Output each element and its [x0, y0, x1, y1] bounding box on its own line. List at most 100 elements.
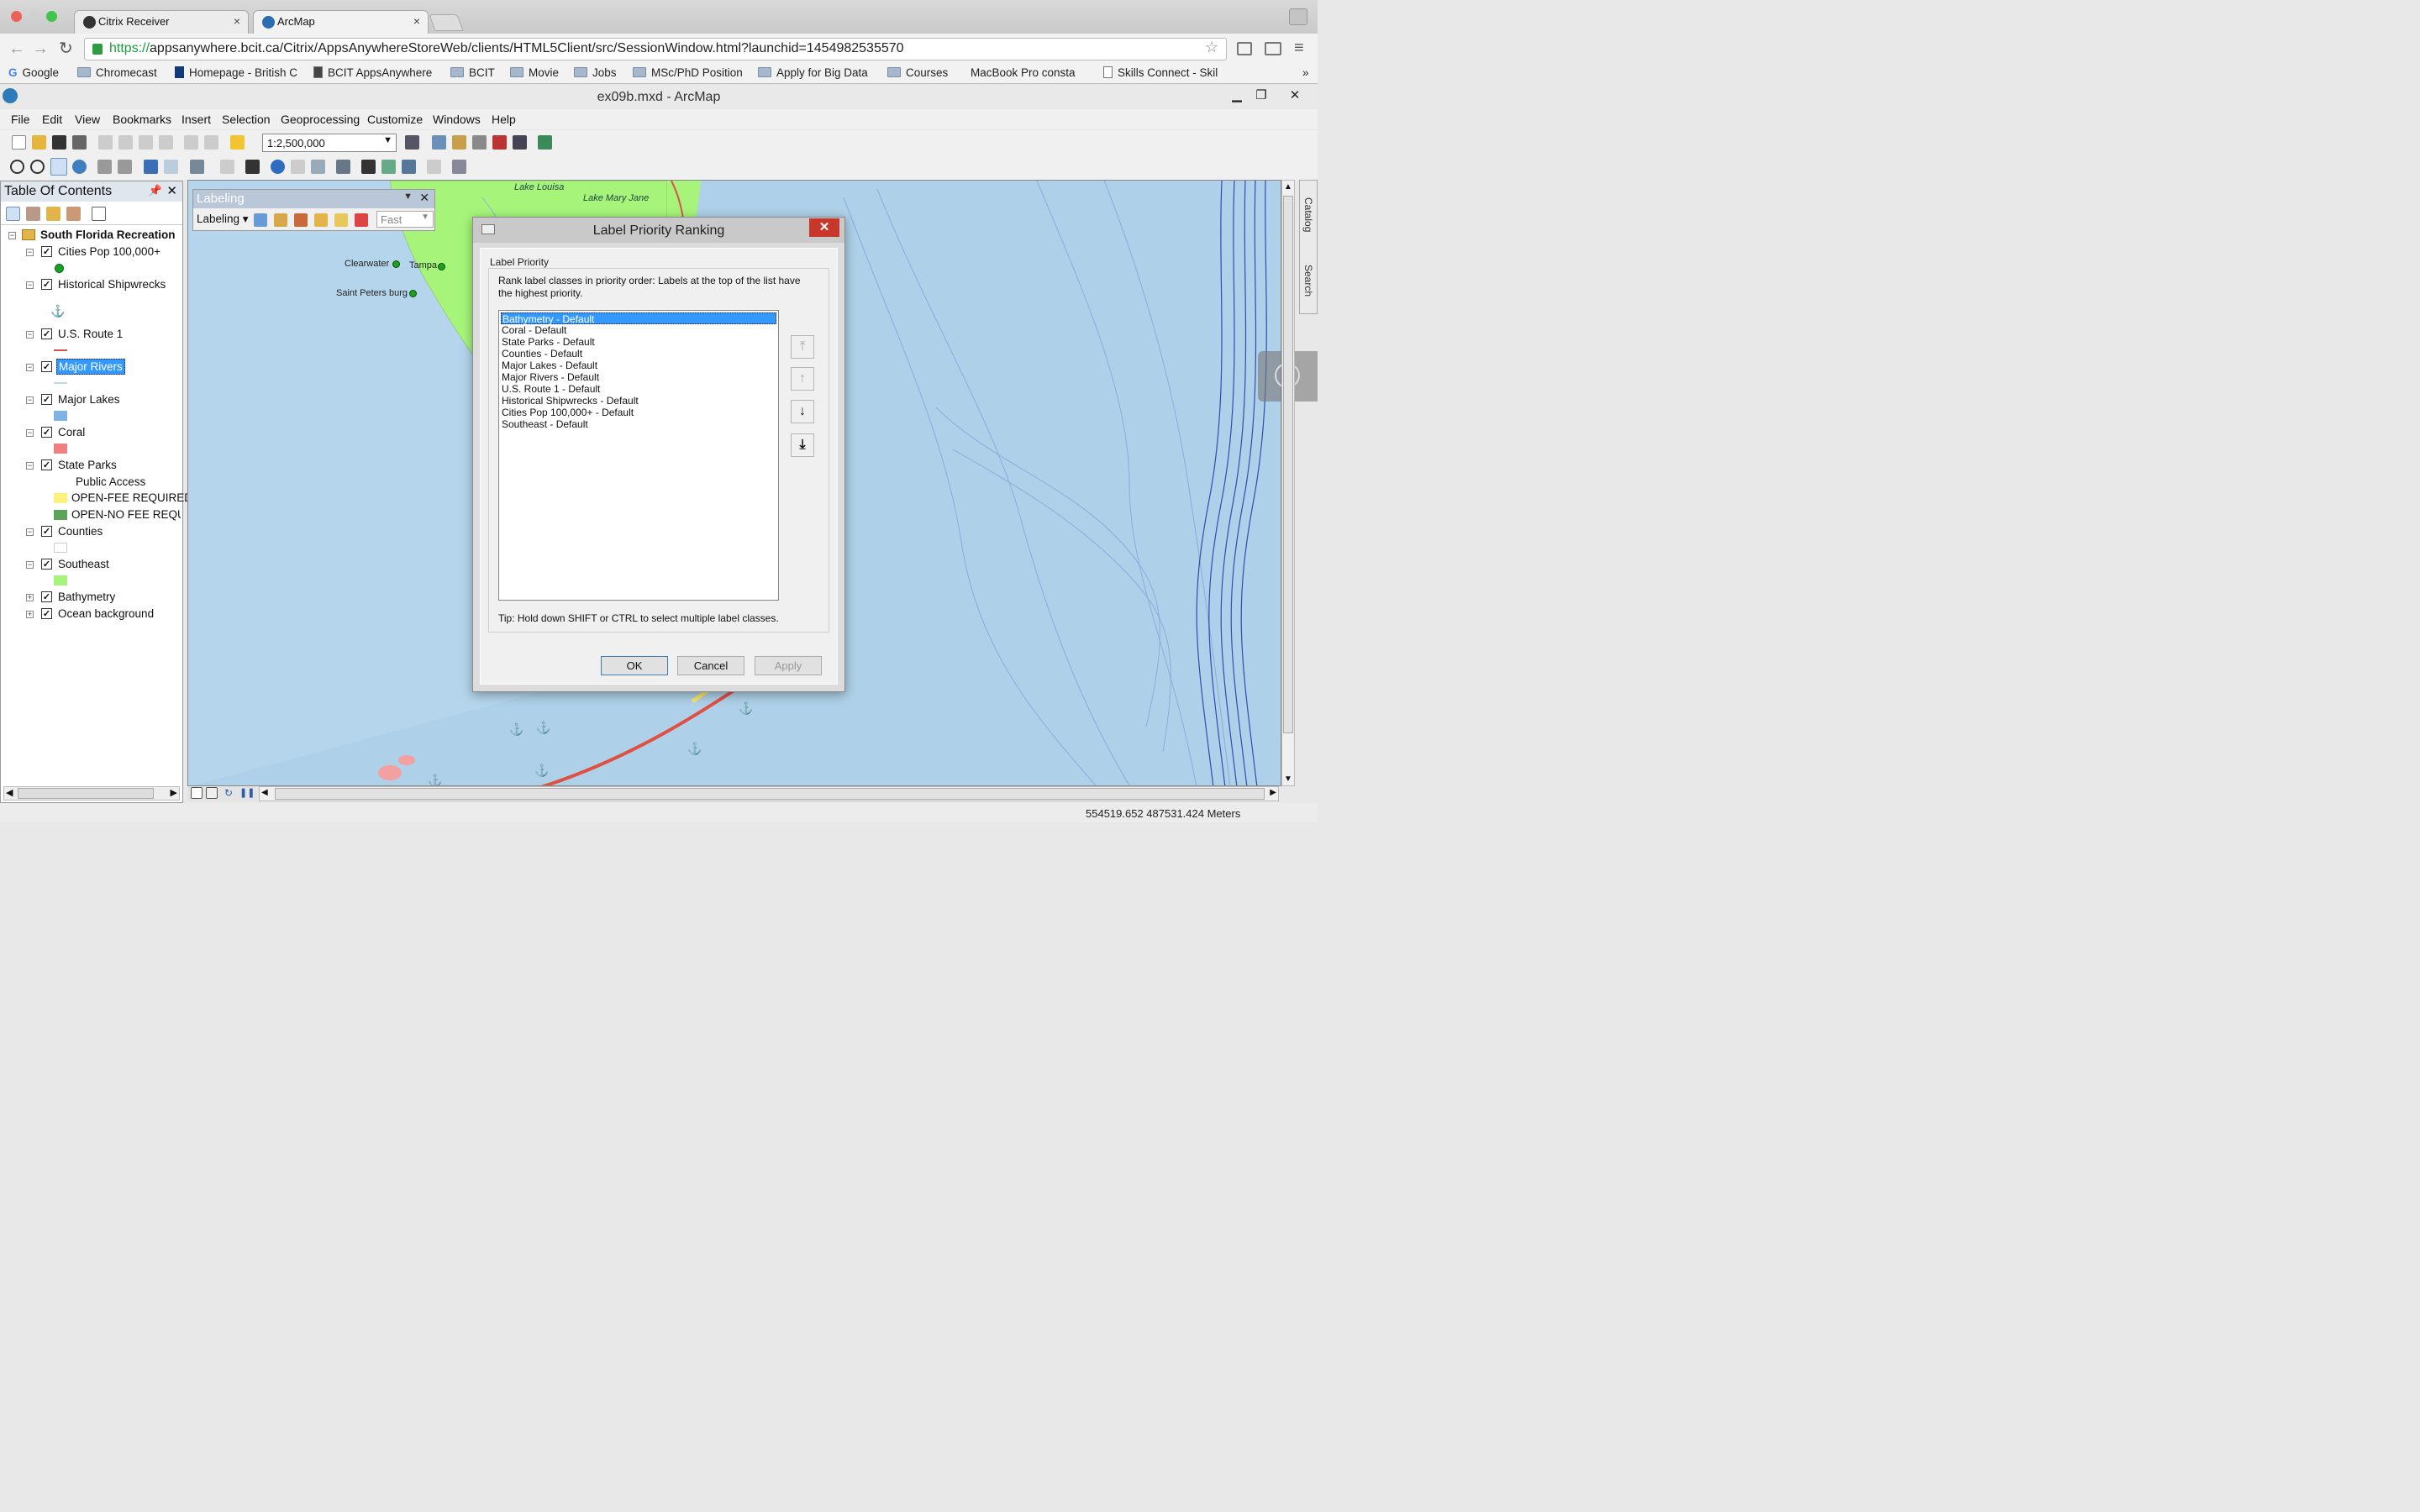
- map-horizontal-scrollbar[interactable]: ◀ ▶: [259, 786, 1279, 801]
- dialog-close-button[interactable]: ✕: [809, 218, 839, 237]
- save-icon[interactable]: [52, 135, 66, 150]
- menu-customize[interactable]: Customize: [367, 113, 423, 126]
- scroll-thumb[interactable]: [275, 788, 1265, 800]
- layer-visibility-checkbox[interactable]: ✓: [41, 459, 52, 470]
- go-forward-extent-icon[interactable]: [164, 160, 178, 174]
- delete-icon[interactable]: [159, 135, 173, 150]
- collapse-icon[interactable]: −: [26, 462, 34, 470]
- zoom-out-icon[interactable]: [30, 160, 45, 174]
- scroll-left-icon[interactable]: ◀: [6, 787, 13, 798]
- menu-edit[interactable]: Edit: [42, 113, 62, 126]
- layout-view-icon[interactable]: [206, 787, 218, 799]
- menu-view[interactable]: View: [75, 113, 100, 126]
- expand-icon[interactable]: +: [26, 594, 34, 601]
- profile-icon[interactable]: [1289, 8, 1307, 25]
- menu-geoprocessing[interactable]: Geoprocessing: [281, 113, 360, 126]
- new-document-icon[interactable]: [12, 135, 26, 150]
- zoom-in-icon[interactable]: [10, 160, 24, 174]
- options-icon[interactable]: [92, 207, 106, 221]
- bookmark-star-icon[interactable]: ☆: [1205, 39, 1218, 56]
- restore-button[interactable]: ❐: [1249, 87, 1273, 104]
- map-scale-dropdown[interactable]: 1:2,500,000 ▼: [262, 134, 397, 152]
- label-manager-icon[interactable]: [254, 213, 267, 227]
- catalog-tab[interactable]: Catalog: [1302, 197, 1314, 232]
- ok-button[interactable]: OK: [601, 656, 668, 675]
- collapse-icon[interactable]: −: [8, 232, 16, 239]
- find-route-icon[interactable]: [381, 160, 396, 174]
- pause-labeling-icon[interactable]: [294, 213, 308, 227]
- full-extent-icon[interactable]: [72, 160, 87, 174]
- move-up-button[interactable]: ↑: [791, 367, 814, 391]
- layer-visibility-checkbox[interactable]: ✓: [41, 328, 52, 339]
- chrome-menu-icon[interactable]: ≡: [1294, 39, 1304, 58]
- bookmark-skills-connect[interactable]: Skills Connect - Skil: [1103, 66, 1225, 79]
- bookmark-big-data[interactable]: Apply for Big Data: [758, 66, 868, 79]
- measure-icon[interactable]: [336, 160, 350, 174]
- minimize-button[interactable]: ▁: [1225, 87, 1249, 104]
- list-item[interactable]: Cities Pop 100,000+ - Default: [501, 407, 776, 418]
- layer-visibility-checkbox[interactable]: ✓: [41, 427, 52, 438]
- labeling-toolbar-header[interactable]: Labeling ▼ ✕: [193, 190, 434, 208]
- pin-icon[interactable]: 📌: [149, 184, 162, 197]
- select-elements-icon[interactable]: [245, 160, 260, 174]
- labeling-mode-dropdown[interactable]: Fast ▼: [376, 211, 434, 228]
- toc-horizontal-scrollbar[interactable]: ◀ ▶: [3, 786, 180, 801]
- search-tab[interactable]: Search: [1302, 265, 1314, 297]
- bookmark-macbook[interactable]: MacBook Pro consta: [964, 66, 1090, 79]
- list-item[interactable]: Counties - Default: [501, 348, 776, 360]
- layer-coral[interactable]: Coral: [58, 426, 85, 438]
- close-tab-icon[interactable]: ×: [234, 14, 240, 28]
- cast-icon[interactable]: [1265, 42, 1281, 55]
- list-item[interactable]: Major Lakes - Default: [501, 360, 776, 371]
- list-by-visibility-icon[interactable]: [46, 207, 60, 221]
- add-data-icon[interactable]: [230, 135, 245, 150]
- scroll-left-icon[interactable]: ◀: [261, 788, 268, 797]
- list-by-drawing-order-icon[interactable]: [6, 207, 20, 221]
- layer-visibility-checkbox[interactable]: ✓: [41, 279, 52, 290]
- find-icon[interactable]: [361, 160, 376, 174]
- list-item[interactable]: Historical Shipwrecks - Default: [501, 395, 776, 407]
- collapse-icon[interactable]: −: [26, 528, 34, 536]
- collapse-icon[interactable]: −: [26, 396, 34, 404]
- arctoolbox-icon[interactable]: [492, 135, 507, 150]
- scroll-right-icon[interactable]: ▶: [171, 787, 177, 798]
- bookmark-courses[interactable]: Courses: [887, 66, 948, 79]
- scroll-thumb[interactable]: [1283, 196, 1293, 733]
- move-down-button[interactable]: ↓: [791, 400, 814, 423]
- menu-file[interactable]: File: [11, 113, 30, 126]
- menu-help[interactable]: Help: [492, 113, 516, 126]
- bookmark-homepage-bcit[interactable]: Homepage - British C: [175, 66, 299, 79]
- cancel-button[interactable]: Cancel: [677, 656, 744, 675]
- scroll-thumb[interactable]: [18, 788, 154, 799]
- html-popup-icon[interactable]: [311, 160, 325, 174]
- back-icon[interactable]: ←: [8, 40, 25, 57]
- layer-visibility-checkbox[interactable]: ✓: [41, 526, 52, 537]
- list-by-source-icon[interactable]: [26, 207, 40, 221]
- refresh-icon[interactable]: ↻: [224, 787, 236, 799]
- layer-counties[interactable]: Counties: [58, 525, 103, 538]
- table-of-contents-icon[interactable]: [432, 135, 446, 150]
- bookmark-google[interactable]: G Google: [8, 66, 59, 79]
- collapse-icon[interactable]: −: [26, 281, 34, 289]
- python-window-icon[interactable]: [513, 135, 527, 150]
- minimize-window-button[interactable]: [29, 11, 39, 22]
- list-item[interactable]: Bathymetry - Default: [501, 312, 776, 325]
- tab-citrix-receiver[interactable]: Citrix Receiver ×: [74, 10, 249, 34]
- bookmarks-overflow-button[interactable]: »: [1302, 66, 1309, 79]
- collapse-icon[interactable]: −: [26, 429, 34, 437]
- undo-icon[interactable]: [184, 135, 198, 150]
- layer-visibility-checkbox[interactable]: ✓: [41, 608, 52, 619]
- create-viewer-icon[interactable]: [452, 160, 466, 174]
- dialog-title-bar[interactable]: Label Priority Ranking: [473, 218, 844, 243]
- data-frame-name[interactable]: South Florida Recreation: [40, 228, 176, 241]
- label-weight-ranking-icon[interactable]: [355, 213, 368, 227]
- copy-icon[interactable]: [118, 135, 133, 150]
- layer-southeast[interactable]: Southeast: [58, 558, 109, 570]
- clear-selection-icon[interactable]: [220, 160, 234, 174]
- scroll-right-icon[interactable]: ▶: [1270, 788, 1276, 797]
- zoom-window-button[interactable]: [46, 11, 57, 22]
- fixed-zoom-out-icon[interactable]: [118, 160, 132, 174]
- layer-cities[interactable]: Cities Pop 100,000+: [58, 245, 160, 258]
- list-by-selection-icon[interactable]: [66, 207, 81, 221]
- cut-icon[interactable]: [98, 135, 113, 150]
